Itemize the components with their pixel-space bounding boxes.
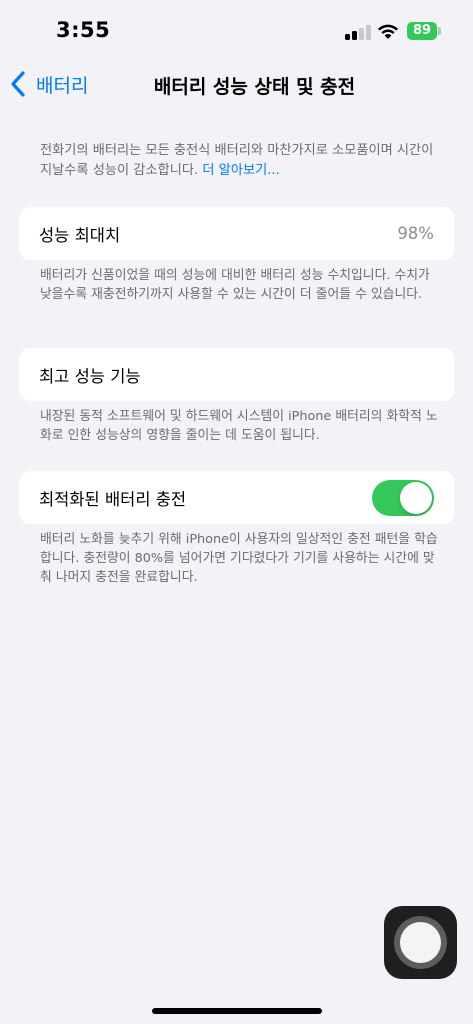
status-bar: 3:55 89 <box>0 0 473 60</box>
peak-performance-footnote: 내장된 동적 소프트웨어 및 하드웨어 시스템이 iPhone 배터리의 화학적… <box>40 409 438 443</box>
peak-performance-row: 최고 성능 기능 <box>19 348 454 401</box>
max-capacity-label: 성능 최대치 <box>39 225 121 245</box>
max-capacity-value: 98% <box>397 224 434 243</box>
max-capacity-row: 성능 최대치 98% <box>19 207 454 260</box>
cellular-signal-icon <box>345 24 371 40</box>
wifi-icon <box>378 24 398 39</box>
intro-description: 전화기의 배터리는 모든 충전식 배터리와 마찬가지로 소모품이며 시간이 지날… <box>40 141 440 181</box>
assistive-touch-button[interactable] <box>384 906 457 979</box>
optimized-charging-toggle[interactable] <box>372 479 434 516</box>
page-title: 배터리 성능 상태 및 충전 <box>153 76 356 98</box>
status-time: 3:55 <box>56 18 111 42</box>
navigation-bar: 배터리 배터리 성능 상태 및 충전 <box>0 60 473 110</box>
peak-performance-label: 최고 성능 기능 <box>39 366 141 386</box>
toggle-knob <box>400 481 432 514</box>
home-indicator[interactable] <box>152 1008 322 1014</box>
assistive-touch-ring <box>394 916 447 969</box>
optimized-charging-label: 최적화된 배터리 충전 <box>39 489 187 509</box>
assistive-touch-core <box>400 922 441 963</box>
max-capacity-footnote: 배터리가 신품이었을 때의 성능에 대비한 배터리 성능 수치입니다. 수치가 … <box>40 268 430 302</box>
optimized-charging-row: 최적화된 배터리 충전 <box>19 471 454 524</box>
battery-cap <box>438 27 441 35</box>
screen: 3:55 89 배터리 배터리 성능 상태 및 충전 전화기의 배터리는 모든 … <box>0 0 473 1024</box>
battery-level: 89 <box>412 23 432 38</box>
learn-more-link[interactable]: 더 알아보기... <box>202 163 279 178</box>
optimized-charging-footnote: 배터리 노화를 늦추기 위해 iPhone이 사용자의 일상적인 충전 패턴을 … <box>40 532 438 585</box>
battery-icon: 89 <box>407 22 437 40</box>
